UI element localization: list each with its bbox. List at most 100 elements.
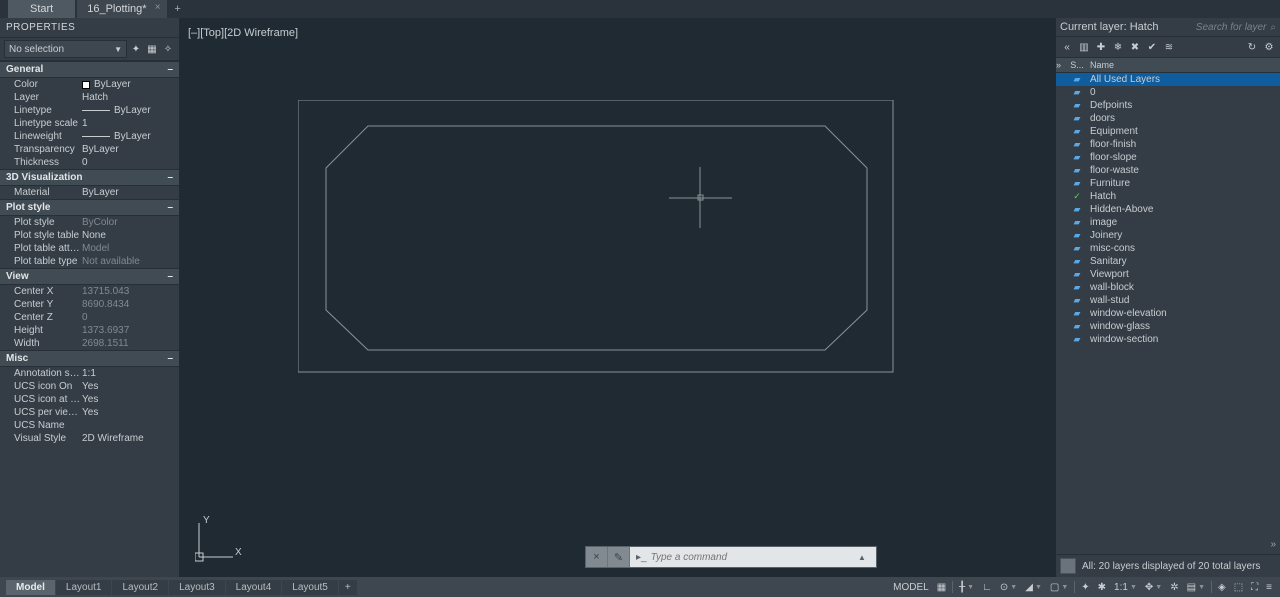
select-objects-icon[interactable]: ▦: [145, 42, 159, 56]
snap-icon[interactable]: ╂▼: [957, 582, 976, 593]
prop-center-x[interactable]: 13715.043: [82, 286, 179, 297]
isodraft-icon[interactable]: ◢▼: [1023, 582, 1044, 593]
prop-linetype[interactable]: ByLayer: [82, 105, 179, 116]
hardware-accel-icon[interactable]: ⬚: [1232, 582, 1245, 593]
col-status[interactable]: S...: [1068, 58, 1086, 72]
workspace-icon[interactable]: ✲: [1168, 582, 1180, 593]
gizmo-icon[interactable]: ✥▼: [1143, 582, 1164, 593]
layer-row[interactable]: ▰image: [1056, 216, 1280, 229]
layer-row[interactable]: ▰Viewport: [1056, 268, 1280, 281]
layout-tab[interactable]: Layout1: [56, 580, 112, 595]
layer-row[interactable]: ▰0: [1056, 86, 1280, 99]
prop-thickness[interactable]: 0: [82, 157, 179, 168]
customization-icon[interactable]: ≡: [1264, 582, 1274, 593]
new-layer-icon[interactable]: ✚: [1094, 40, 1108, 54]
lock-ui-icon[interactable]: ▤▼: [1185, 582, 1207, 593]
prop-annotation-scale[interactable]: 1:1: [82, 368, 179, 379]
close-cmd-icon[interactable]: ×: [586, 547, 608, 567]
osnap-icon[interactable]: ▢▼: [1048, 582, 1070, 593]
layer-row[interactable]: ▰wall-block: [1056, 281, 1280, 294]
layer-row[interactable]: ▰Equipment: [1056, 125, 1280, 138]
close-icon[interactable]: ×: [155, 2, 161, 13]
customize-cmd-icon[interactable]: ✎: [608, 547, 630, 567]
command-input[interactable]: [651, 552, 854, 563]
polar-icon[interactable]: ⊙▼: [998, 582, 1019, 593]
section-plot-style[interactable]: Plot style–: [0, 199, 179, 216]
layer-row[interactable]: ▰All Used Layers: [1056, 73, 1280, 86]
selection-dropdown[interactable]: No selection▼: [4, 40, 127, 58]
quick-select-icon[interactable]: ✦: [129, 42, 143, 56]
section-view[interactable]: View–: [0, 268, 179, 285]
layout-tab[interactable]: Layout5: [282, 580, 338, 595]
layer-row[interactable]: ▰Hidden-Above: [1056, 203, 1280, 216]
cmd-history-icon[interactable]: ▲: [854, 553, 870, 562]
layer-row[interactable]: ▰Joinery: [1056, 229, 1280, 242]
layout-tab[interactable]: Layout3: [169, 580, 225, 595]
viewport-label[interactable]: [–][Top][2D Wireframe]: [188, 27, 298, 39]
prop-lineweight[interactable]: ByLayer: [82, 131, 179, 142]
scale-display[interactable]: 1:1 ▼: [1112, 582, 1139, 593]
isolate-icon[interactable]: ◈: [1216, 582, 1228, 593]
set-current-icon[interactable]: ✔: [1145, 40, 1159, 54]
prop-ucs-name[interactable]: [82, 420, 179, 431]
delete-layer-icon[interactable]: ✖: [1128, 40, 1142, 54]
ortho-icon[interactable]: ∟: [980, 582, 994, 593]
section-3d-viz[interactable]: 3D Visualization–: [0, 169, 179, 186]
section-general[interactable]: General–: [0, 61, 179, 78]
layer-row[interactable]: ▰Defpoints: [1056, 99, 1280, 112]
clean-screen-icon[interactable]: ⛶: [1249, 582, 1260, 593]
tab-start[interactable]: Start: [8, 0, 75, 18]
layer-filter-icon[interactable]: [1060, 558, 1076, 574]
layer-match-icon[interactable]: ≋: [1162, 40, 1176, 54]
toggle-pickadd-icon[interactable]: ✧: [161, 42, 175, 56]
layer-row[interactable]: ▰misc-cons: [1056, 242, 1280, 255]
layer-row[interactable]: ✓Hatch: [1056, 190, 1280, 203]
layer-row[interactable]: ▰Sanitary: [1056, 255, 1280, 268]
add-tab-button[interactable]: +: [169, 3, 187, 15]
layer-row[interactable]: ▰wall-stud: [1056, 294, 1280, 307]
col-name[interactable]: Name: [1086, 58, 1280, 72]
layers-expand-icon[interactable]: »: [1056, 535, 1280, 554]
layers-collapse-icon[interactable]: «: [1060, 40, 1074, 54]
layer-row[interactable]: ▰Furniture: [1056, 177, 1280, 190]
prop-linetype-scale[interactable]: 1: [82, 118, 179, 129]
prop-ucs-on[interactable]: Yes: [82, 381, 179, 392]
settings-icon[interactable]: ⚙: [1262, 40, 1276, 54]
layout-tab[interactable]: Model: [6, 580, 55, 595]
prop-material[interactable]: ByLayer: [82, 187, 179, 198]
prop-transparency[interactable]: ByLayer: [82, 144, 179, 155]
layer-row[interactable]: ▰floor-slope: [1056, 151, 1280, 164]
prop-height[interactable]: 1373.6937: [82, 325, 179, 336]
layer-row[interactable]: ▰floor-finish: [1056, 138, 1280, 151]
prop-plot-style-table[interactable]: None: [82, 230, 179, 241]
prop-visual-style[interactable]: 2D Wireframe: [82, 433, 179, 444]
search-layer-input[interactable]: Search for layer: [1196, 22, 1267, 33]
drawing-canvas[interactable]: [–][Top][2D Wireframe] Y X × ✎ ▸_ ▲: [180, 18, 1055, 577]
add-layout-button[interactable]: +: [339, 580, 357, 595]
prop-color[interactable]: ByLayer: [82, 79, 179, 90]
prop-center-z[interactable]: 0: [82, 312, 179, 323]
layer-row[interactable]: ▰window-elevation: [1056, 307, 1280, 320]
layer-states-icon[interactable]: ▥: [1077, 40, 1091, 54]
refresh-icon[interactable]: ↻: [1245, 40, 1259, 54]
new-layer-freeze-icon[interactable]: ❄: [1111, 40, 1125, 54]
command-line[interactable]: × ✎ ▸_ ▲: [585, 546, 877, 568]
layer-row[interactable]: ▰doors: [1056, 112, 1280, 125]
prop-ucs-origin[interactable]: Yes: [82, 394, 179, 405]
prop-layer[interactable]: Hatch: [82, 92, 179, 103]
layer-row[interactable]: ▰window-section: [1056, 333, 1280, 346]
prop-center-y[interactable]: 8690.8434: [82, 299, 179, 310]
layer-row[interactable]: ▰floor-waste: [1056, 164, 1280, 177]
prop-ucs-per-viewport[interactable]: Yes: [82, 407, 179, 418]
prop-width[interactable]: 2698.1511: [82, 338, 179, 349]
search-icon[interactable]: ⌕: [1270, 22, 1276, 33]
anno-scale-icon[interactable]: ✦: [1079, 582, 1091, 593]
layer-row[interactable]: ▰window-glass: [1056, 320, 1280, 333]
layout-tab[interactable]: Layout4: [226, 580, 282, 595]
grid-icon[interactable]: ▦: [935, 582, 948, 593]
tab-file[interactable]: 16_Plotting*×: [77, 0, 166, 18]
expand-icon[interactable]: »: [1056, 60, 1068, 70]
sb-model[interactable]: MODEL: [891, 582, 931, 593]
layout-tab[interactable]: Layout2: [112, 580, 168, 595]
section-misc[interactable]: Misc–: [0, 350, 179, 367]
